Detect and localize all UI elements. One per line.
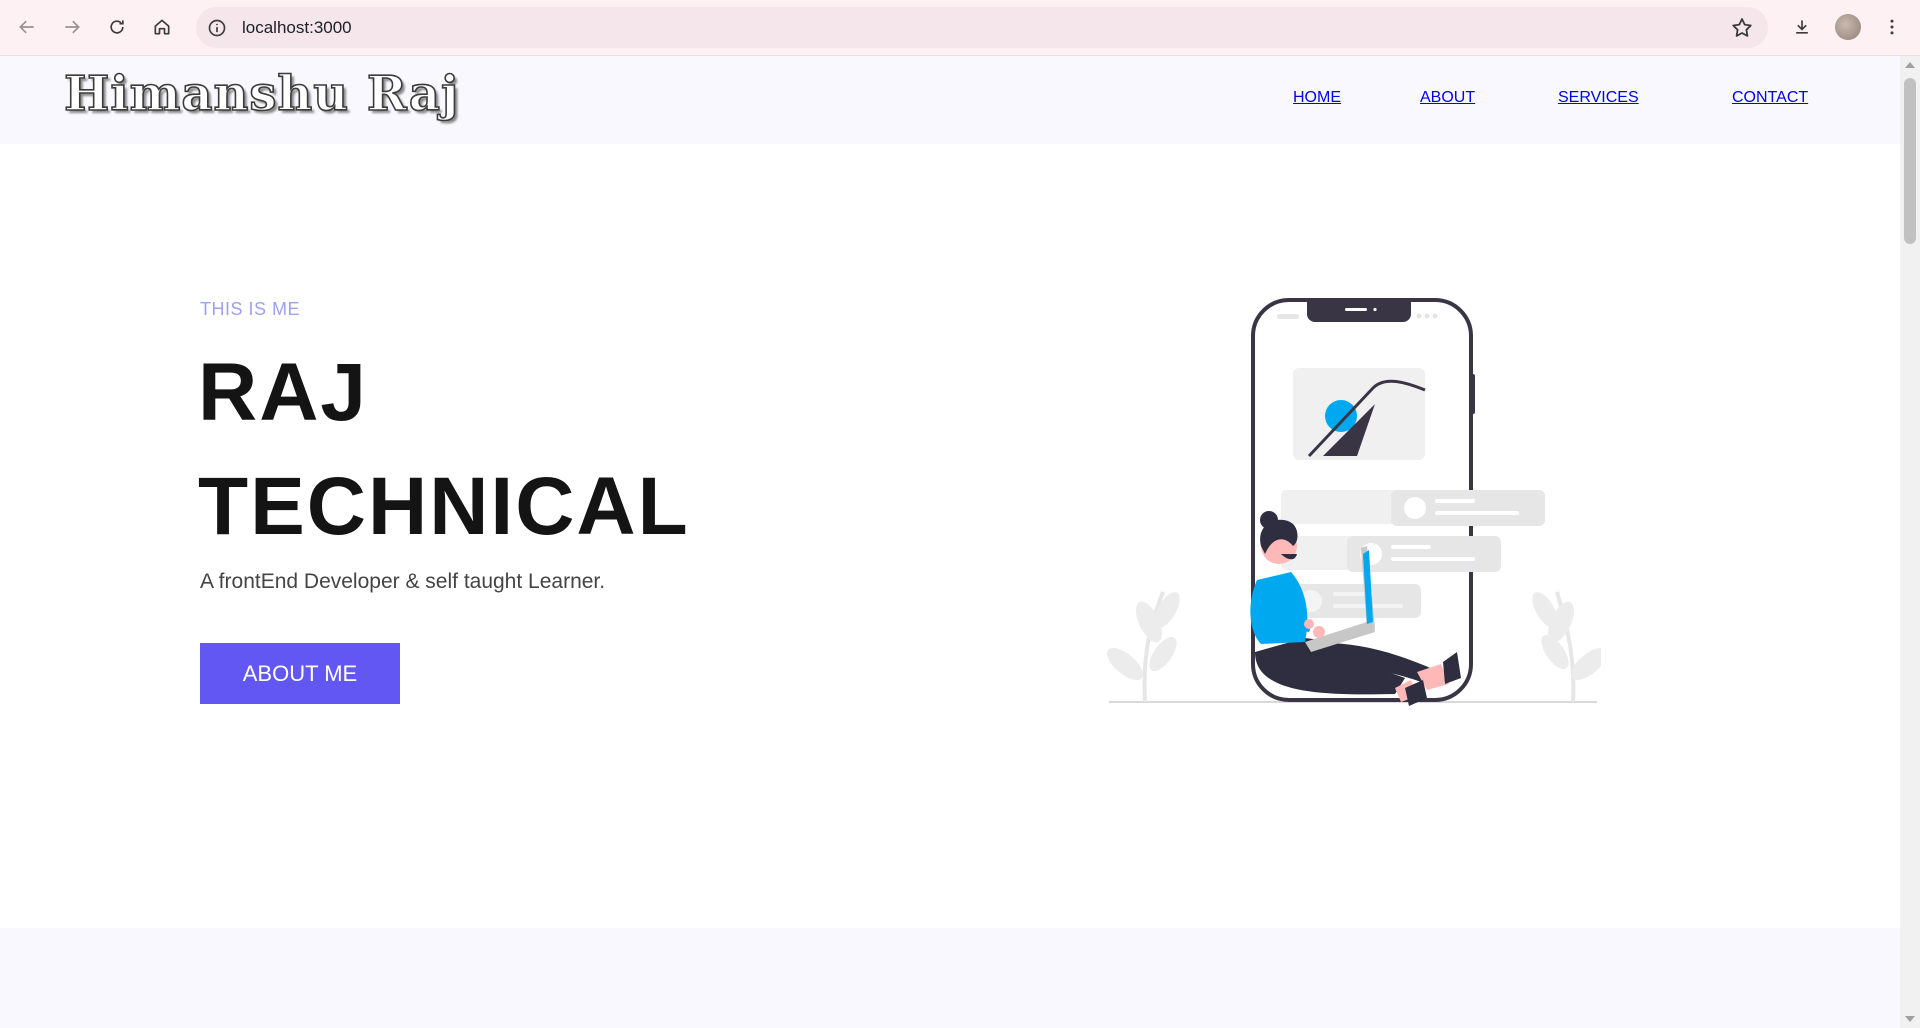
hero-subtitle: THIS IS ME bbox=[200, 299, 301, 319]
home-button[interactable] bbox=[145, 10, 179, 44]
url-text[interactable]: localhost:3000 bbox=[242, 18, 352, 38]
scrollbar-thumb[interactable] bbox=[1904, 78, 1916, 244]
nav-about[interactable]: ABOUT bbox=[1420, 89, 1475, 107]
reload-icon bbox=[110, 20, 124, 34]
downloads-button[interactable] bbox=[1785, 10, 1819, 44]
hero-description: A frontEnd Developer & self taught Learn… bbox=[200, 570, 606, 593]
browser-toolbar: localhost:3000 bbox=[0, 0, 1920, 56]
plant-right-icon bbox=[1532, 591, 1601, 703]
about-me-button[interactable]: ABOUT ME bbox=[200, 643, 400, 704]
page-viewport: Himanshu Raj HOME ABOUT SERVICES CONTACT… bbox=[0, 56, 1900, 1028]
nav-contact[interactable]: CONTACT bbox=[1732, 89, 1808, 107]
star-icon[interactable] bbox=[1730, 16, 1754, 40]
plant-left-icon bbox=[1106, 591, 1180, 703]
address-bar[interactable]: localhost:3000 bbox=[196, 7, 1768, 48]
kebab-menu-icon bbox=[1890, 19, 1894, 35]
next-section bbox=[0, 928, 1900, 1028]
forward-button[interactable] bbox=[55, 10, 89, 44]
hero-illustration bbox=[1106, 298, 1601, 706]
back-arrow-icon bbox=[19, 20, 34, 34]
site-info-button[interactable] bbox=[206, 17, 228, 39]
hero-title-line-2: TECHNICAL bbox=[198, 461, 690, 552]
profile-avatar[interactable] bbox=[1835, 14, 1861, 40]
scroll-down-arrow-icon[interactable] bbox=[1905, 1016, 1915, 1022]
info-icon bbox=[208, 19, 226, 37]
nav-home[interactable]: HOME bbox=[1293, 89, 1341, 107]
download-icon bbox=[1796, 20, 1808, 34]
home-icon bbox=[154, 19, 170, 35]
page-scrollbar[interactable] bbox=[1900, 56, 1920, 1028]
back-button[interactable] bbox=[10, 10, 44, 44]
scroll-up-arrow-icon[interactable] bbox=[1905, 62, 1915, 68]
hero-title-line-1: RAJ bbox=[198, 347, 369, 438]
site-logo[interactable]: Himanshu Raj bbox=[63, 65, 459, 123]
browser-menu-button[interactable] bbox=[1875, 10, 1909, 44]
forward-arrow-icon bbox=[65, 20, 80, 34]
reload-button[interactable] bbox=[100, 10, 134, 44]
nav-services[interactable]: SERVICES bbox=[1558, 89, 1639, 107]
hero-title: RAJ TECHNICAL bbox=[198, 336, 690, 564]
site-header: Himanshu Raj HOME ABOUT SERVICES CONTACT bbox=[0, 56, 1900, 144]
